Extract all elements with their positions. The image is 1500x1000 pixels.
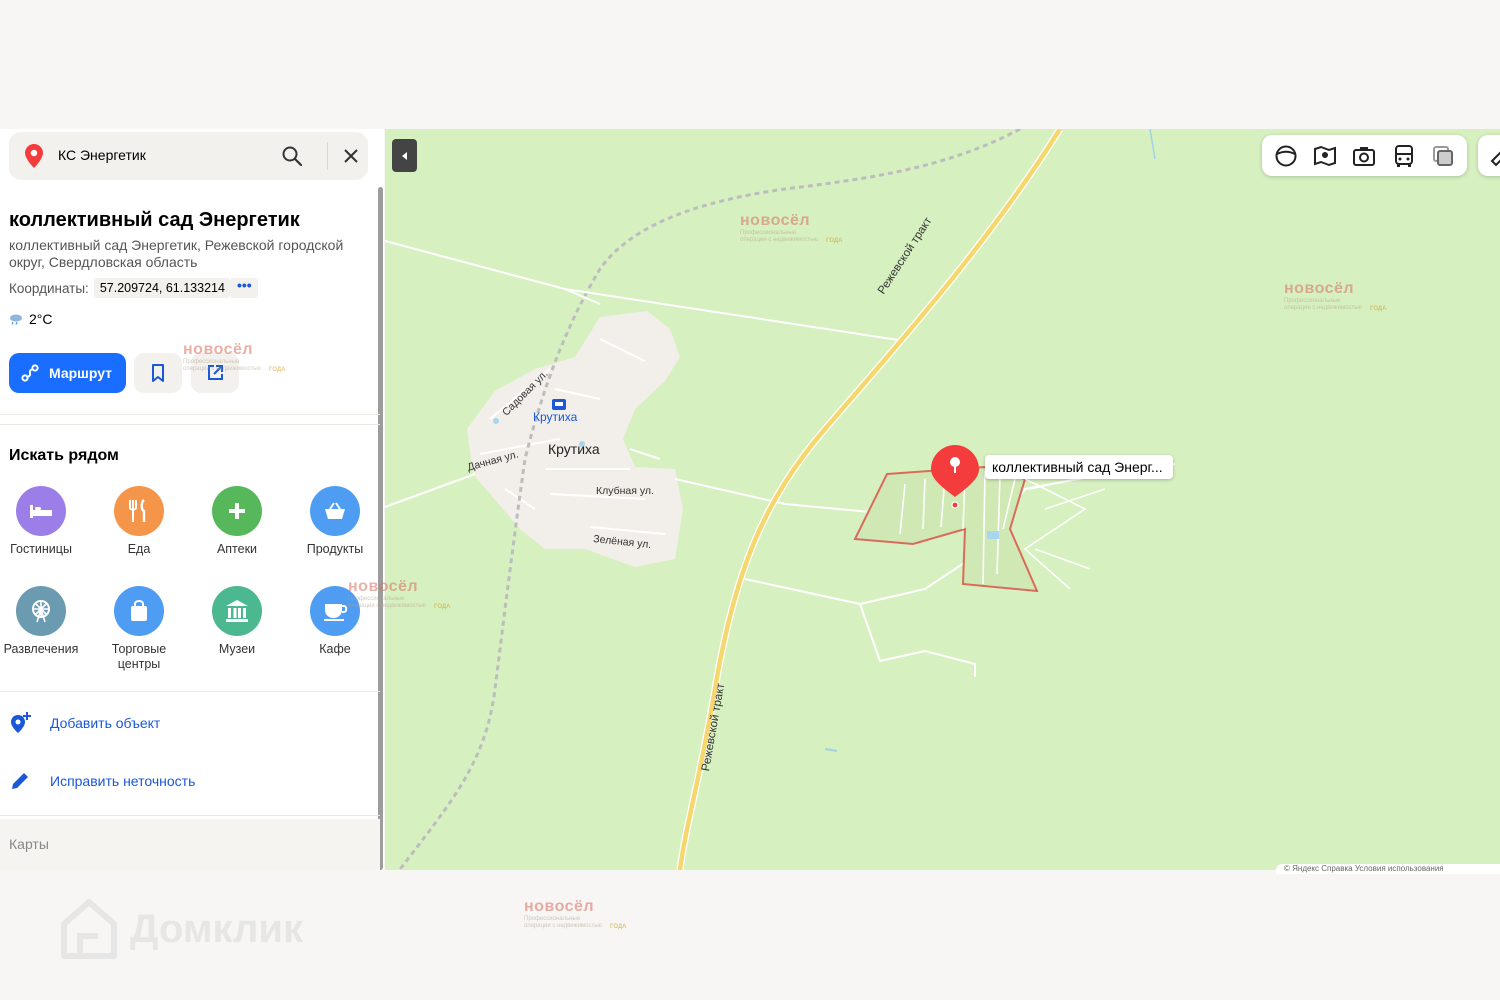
watermark: новосёл Профессиональные операции с недв… (1284, 280, 1387, 313)
coordinates-row: Координаты: 57.209724, 61.133214 ••• (9, 277, 258, 299)
ruler-icon (1490, 151, 1500, 167)
collapse-panel-button[interactable] (392, 139, 417, 172)
watermark-badge: ГОДА (610, 924, 627, 930)
layers-icon[interactable] (1431, 144, 1455, 168)
museum-icon (212, 586, 262, 636)
camera-icon[interactable] (1352, 144, 1376, 168)
watermark-badge: ГОДА (434, 604, 451, 610)
plus-icon (212, 486, 262, 536)
category-shopping-centers[interactable]: Торговые центры (90, 586, 188, 672)
category-museums[interactable]: Музеи (188, 586, 286, 657)
category-label: Кафе (319, 642, 351, 656)
pencil-icon (12, 773, 28, 789)
map-layers-toolbar (1262, 135, 1467, 176)
watermark-sub: Профессиональные операции с недвижимость… (183, 359, 261, 372)
map-canvas[interactable] (385, 129, 1500, 870)
coordinates-value[interactable]: 57.209724, 61.133214 (93, 278, 231, 298)
search-icon[interactable] (280, 144, 304, 168)
watermark: новосёл Профессиональные операции с недв… (183, 341, 286, 374)
category-groceries[interactable]: Продукты (286, 486, 384, 557)
coordinates-label: Координаты: (9, 280, 89, 296)
section-divider (0, 414, 380, 415)
category-label: Аптеки (216, 542, 258, 556)
basket-icon (310, 486, 360, 536)
route-button[interactable]: Маршрут (9, 353, 126, 393)
map-view[interactable] (385, 129, 1500, 870)
section-divider (0, 815, 380, 816)
village-area (467, 311, 683, 567)
category-label: Торговые центры (111, 642, 167, 671)
station-label: Крутиха (533, 410, 578, 424)
watermark-sub: Профессиональные операции с недвижимость… (524, 916, 602, 929)
watermark-sub: Профессиональные операции с недвижимость… (1284, 298, 1362, 311)
watermark-brand: новосёл (183, 341, 254, 358)
fix-error-link[interactable]: Исправить неточность (9, 770, 195, 792)
route-icon (21, 364, 39, 382)
watermark-brand: новосёл (740, 212, 811, 229)
place-title: коллективный сад Энергетик (9, 209, 300, 231)
location-pin-icon (25, 144, 43, 168)
map-copyright[interactable]: © Яндекс Справка Условия использования (1276, 864, 1500, 874)
watermark-brand: новосёл (1284, 280, 1355, 297)
place-address: коллективный сад Энергетик, Режевской го… (9, 237, 344, 270)
cloud-rain-icon (10, 314, 22, 325)
shopping-bag-icon (114, 586, 164, 636)
watermark: новосёл Профессиональные операции с недв… (740, 212, 843, 245)
category-label: Продукты (306, 542, 364, 556)
search-box[interactable]: КС Энергетик (9, 132, 368, 180)
watermark-brand: новосёл (524, 898, 595, 915)
category-label: Гостиницы (10, 542, 72, 556)
coordinates-more-button[interactable]: ••• (230, 278, 258, 298)
panorama-sphere-icon[interactable] (1274, 144, 1298, 168)
category-pharmacies[interactable]: Аптеки (188, 486, 286, 557)
route-button-label: Маршрут (49, 365, 113, 381)
section-divider (0, 424, 380, 425)
house-logo-icon (61, 899, 117, 959)
watermark: новосёл Профессиональные операции с недв… (524, 898, 627, 931)
bookmark-button[interactable] (134, 353, 182, 393)
ferris-wheel-icon (16, 586, 66, 636)
add-location-icon (11, 712, 31, 733)
watermark-badge: ГОДА (826, 238, 843, 244)
place-callout[interactable]: коллективный сад Энерг... (985, 455, 1173, 479)
nearby-title: Искать рядом (9, 447, 119, 464)
watermark-sub: Профессиональные операции с недвижимость… (740, 230, 818, 243)
watermark: новосёл Профессиональные операции с недв… (348, 578, 451, 611)
bus-icon[interactable] (1392, 144, 1416, 168)
bookmark-icon (152, 364, 164, 382)
category-food[interactable]: Еда (90, 486, 188, 557)
village-label: Крутиха (548, 441, 600, 457)
domclick-brand: Домклик (130, 906, 304, 951)
app-root: КС Энергетик коллективный сад Энергетик … (0, 0, 1500, 1000)
ruler-button[interactable] (1478, 135, 1500, 176)
bed-icon (16, 486, 66, 536)
add-object-link[interactable]: Добавить объект (9, 711, 160, 735)
street-label: Клубная ул. (596, 485, 654, 497)
chevron-left-icon (401, 151, 407, 160)
search-separator (327, 142, 328, 170)
watermark-brand: новосёл (348, 578, 419, 595)
watermark-badge: ГОДА (269, 367, 286, 373)
watermark-badge: ГОДА (1370, 306, 1387, 312)
category-hotels[interactable]: Гостиницы (0, 486, 90, 557)
category-label: Еда (127, 542, 151, 556)
fix-error-label: Исправить неточность (50, 773, 196, 789)
search-input[interactable]: КС Энергетик (58, 147, 146, 163)
close-icon[interactable] (339, 144, 363, 168)
category-label: Музеи (218, 642, 256, 656)
section-divider (0, 691, 380, 692)
watermark-sub: Профессиональные операции с недвижимость… (348, 596, 426, 609)
domclick-logo: Домклик (60, 898, 303, 960)
category-label: Развлечения (3, 642, 79, 656)
weather: 2°C (9, 311, 53, 327)
footer-label[interactable]: Карты (9, 836, 49, 852)
category-entertainment[interactable]: Развлечения (0, 586, 90, 657)
fork-knife-icon (114, 486, 164, 536)
weather-temperature: 2°C (29, 311, 53, 327)
panel-footer (0, 819, 380, 870)
add-object-label: Добавить объект (50, 715, 161, 731)
traffic-map-icon[interactable] (1313, 144, 1337, 168)
